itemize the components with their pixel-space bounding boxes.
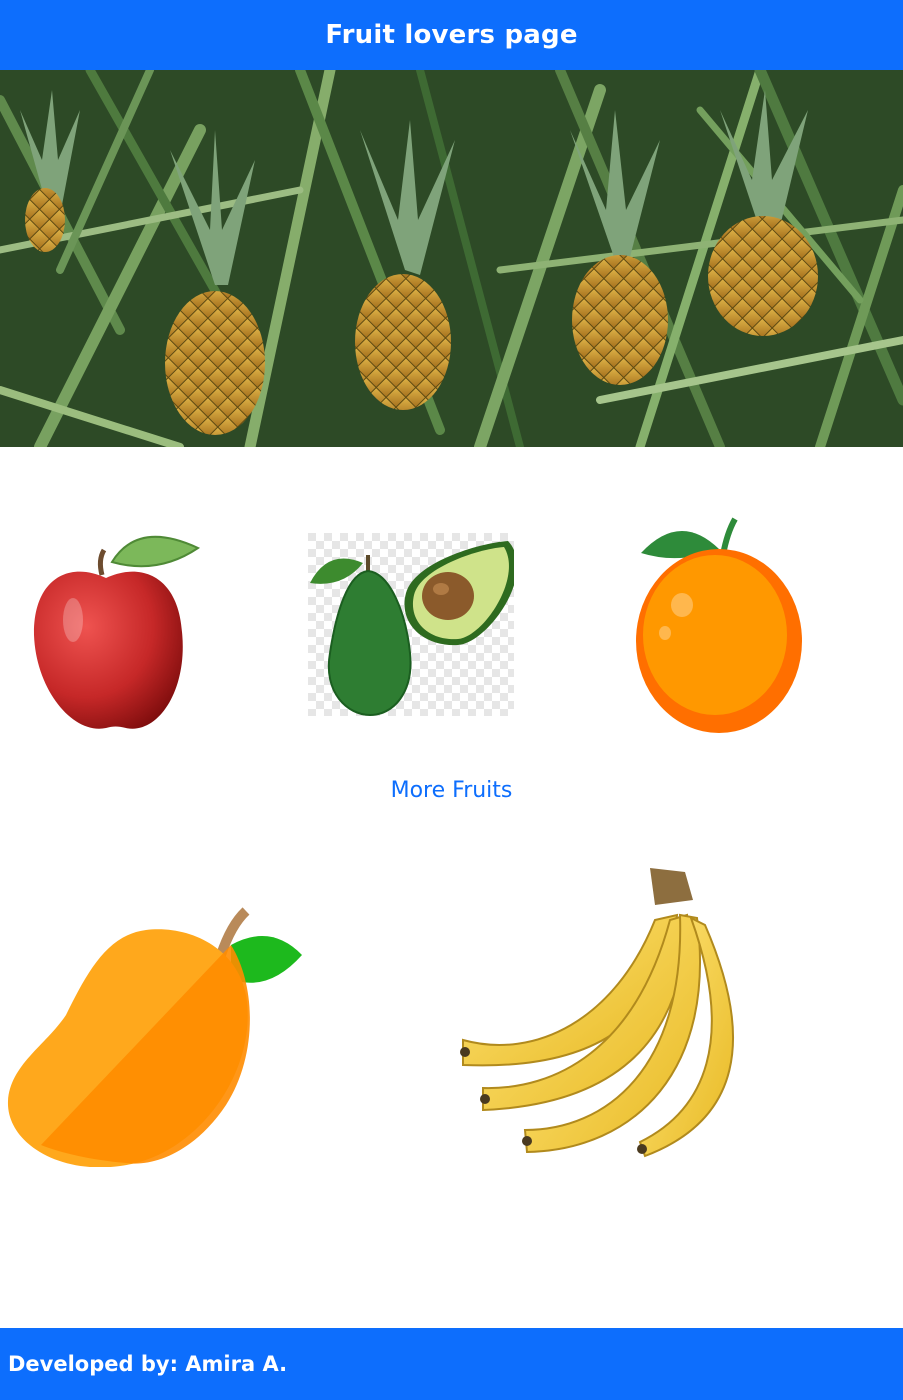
apple-image bbox=[33, 535, 201, 729]
page-header: Fruit lovers page bbox=[0, 0, 903, 70]
page-title: Fruit lovers page bbox=[325, 20, 578, 50]
avocado-image bbox=[308, 533, 514, 716]
page-footer: Developed by: Amira A. bbox=[0, 1328, 903, 1400]
footer-credit: Developed by: Amira A. bbox=[8, 1352, 288, 1376]
more-fruits-link[interactable]: More Fruits bbox=[0, 778, 903, 803]
mango-image bbox=[7, 907, 302, 1167]
banana-image bbox=[460, 868, 734, 1158]
hero-image bbox=[0, 70, 903, 447]
orange-image bbox=[636, 517, 802, 733]
